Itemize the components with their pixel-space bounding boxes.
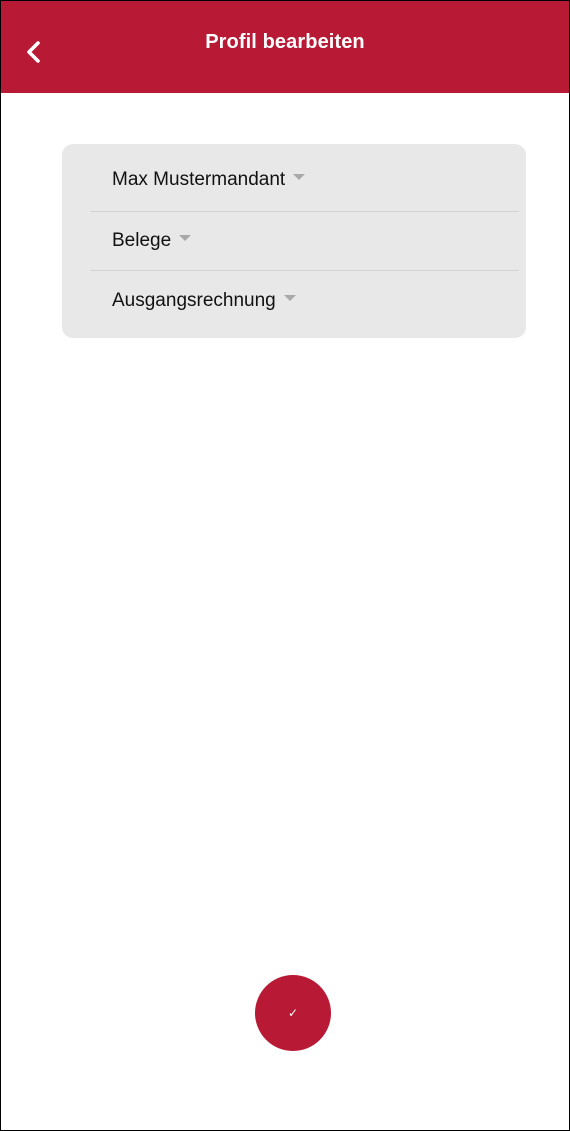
app-bar: Profil bearbeiten <box>1 1 569 93</box>
checkmark-icon: ✓ <box>287 1006 299 1020</box>
page-title: Profil bearbeiten <box>205 31 365 53</box>
document-subtype-dropdown[interactable]: Ausgangsrechnung <box>90 270 519 330</box>
caret-down-icon <box>179 235 192 241</box>
client-dropdown[interactable]: Max Mustermandant <box>90 150 519 210</box>
caret-down-icon <box>293 174 306 180</box>
screen: Profil bearbeiten Max Mustermandant Bele… <box>0 0 570 1131</box>
document-type-dropdown[interactable]: Belege <box>90 211 519 270</box>
document-type-dropdown-label: Belege <box>112 230 172 251</box>
profile-selector-card: Max Mustermandant Belege Ausgangsrechnun… <box>62 144 526 338</box>
document-subtype-dropdown-label: Ausgangsrechnung <box>112 289 276 311</box>
caret-down-icon <box>283 294 296 301</box>
confirm-button[interactable]: ✓ <box>255 975 331 1051</box>
client-dropdown-label: Max Mustermandant <box>112 169 286 190</box>
